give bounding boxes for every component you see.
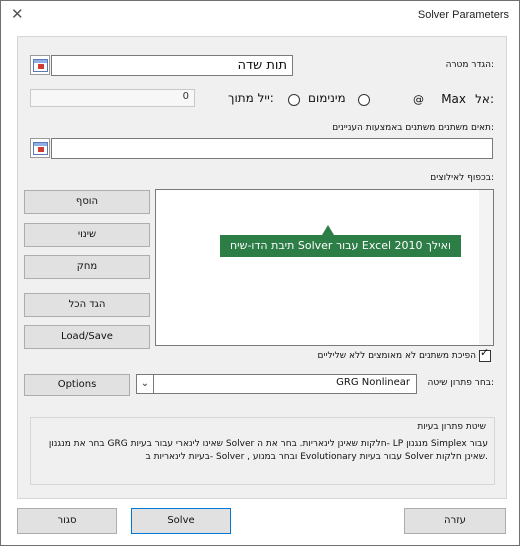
change-button[interactable]: שינוי bbox=[24, 223, 150, 247]
solving-method-select[interactable]: ⌄ GRG Nonlinear bbox=[136, 374, 417, 394]
options-button[interactable]: Options bbox=[24, 374, 130, 396]
constraints-list[interactable] bbox=[155, 189, 494, 346]
load-save-button[interactable]: Load/Save bbox=[24, 325, 150, 349]
objective-ref-button[interactable] bbox=[30, 55, 50, 75]
help-button[interactable]: עזרה bbox=[404, 508, 506, 534]
value-of-label[interactable]: ייל מתוך: bbox=[228, 91, 274, 105]
objective-value: תות שדה bbox=[237, 58, 287, 73]
solving-method-group: שיטת פתרון בעיות בחר את מנגנון GRG שאינו… bbox=[30, 417, 495, 485]
variable-cells-label: תאים משתנים משתנים באמצעות העניינים: bbox=[332, 123, 494, 133]
range-select-icon bbox=[33, 142, 48, 155]
value-of-value: 0 bbox=[182, 91, 189, 102]
constraints-scrollbar[interactable] bbox=[479, 190, 493, 345]
non-negative-label: הפיכת משתנים לא מאומצים ללא שליליים bbox=[317, 351, 477, 361]
at-sign: @ bbox=[413, 93, 424, 106]
parameters-panel: הגדר מטרה: תות שדה אל: Max @ מינימום ייל… bbox=[17, 36, 507, 499]
solve-button[interactable]: Solve bbox=[131, 508, 231, 534]
solver-version-tooltip: תיבת הדו-שיח Solver עבור Excel 2010 ואיל… bbox=[220, 235, 461, 257]
add-button[interactable]: הוסף bbox=[24, 190, 150, 214]
value-of-radio[interactable] bbox=[288, 94, 300, 106]
method-group-title: שיטת פתרון בעיות bbox=[417, 422, 486, 432]
close-icon[interactable]: ✕ bbox=[11, 5, 24, 23]
constraints-label: בכפוף לאילוצים: bbox=[430, 173, 494, 183]
solving-method-value: GRG Nonlinear bbox=[336, 377, 410, 388]
range-select-icon bbox=[33, 59, 48, 72]
to-label: אל: bbox=[475, 92, 494, 106]
window-title: Solver Parameters bbox=[417, 9, 509, 21]
variable-cells-input[interactable] bbox=[51, 138, 493, 159]
min-option-label[interactable]: מינימום bbox=[308, 91, 346, 105]
max-option-label[interactable]: Max bbox=[441, 92, 466, 106]
checkmark-icon: ✓ bbox=[480, 346, 490, 359]
value-of-input[interactable]: 0 bbox=[30, 89, 195, 107]
method-description: בחר את מנגנון GRG שאינו לינארי עבור בעיו… bbox=[48, 439, 488, 462]
chevron-down-icon[interactable]: ⌄ bbox=[137, 375, 154, 393]
title-bar: ✕ Solver Parameters bbox=[1, 1, 519, 31]
solver-parameters-dialog: ✕ Solver Parameters הגדר מטרה: תות שדה א… bbox=[0, 0, 520, 546]
tooltip-pointer bbox=[322, 225, 334, 235]
objective-input[interactable]: תות שדה bbox=[51, 55, 293, 76]
variable-cells-ref-button[interactable] bbox=[30, 138, 50, 158]
reset-all-button[interactable]: הגד הכל bbox=[24, 293, 150, 317]
min-radio[interactable] bbox=[358, 94, 370, 106]
close-button[interactable]: סגור bbox=[17, 508, 117, 534]
solving-method-label: בחר פתרון שיטה: bbox=[427, 378, 494, 388]
objective-label: הגדר מטרה: bbox=[445, 60, 494, 70]
delete-button[interactable]: מחק bbox=[24, 255, 150, 279]
